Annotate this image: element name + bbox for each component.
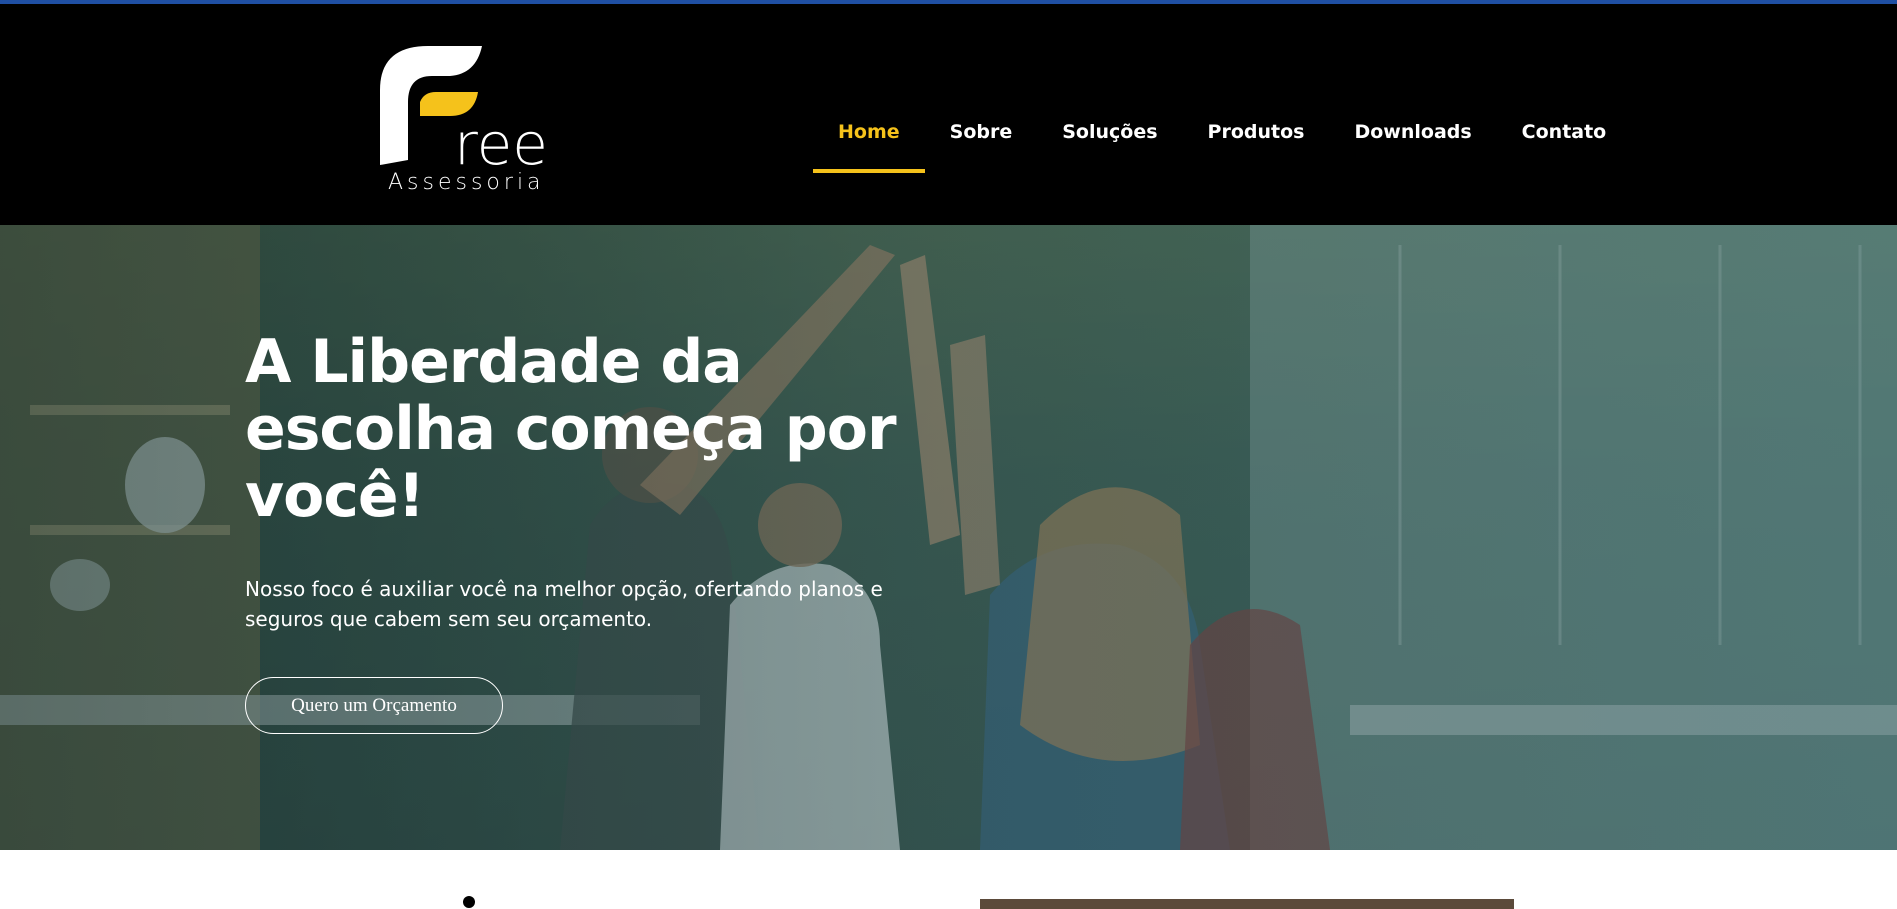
logo-subtitle: Assessoria bbox=[388, 170, 545, 195]
next-section bbox=[0, 850, 1897, 909]
svg-text:ree: ree bbox=[454, 110, 548, 170]
hero-section: A Liberdade da escolha começa por você! … bbox=[0, 225, 1897, 850]
quote-button[interactable]: Quero um Orçamento bbox=[245, 677, 503, 734]
logo[interactable]: ree Assessoria bbox=[380, 40, 570, 200]
nav-item-home[interactable]: Home bbox=[813, 121, 925, 173]
nav-item-sobre[interactable]: Sobre bbox=[925, 121, 1038, 143]
hero-title: A Liberdade da escolha começa por você! bbox=[245, 327, 897, 531]
nav-item-contato[interactable]: Contato bbox=[1497, 121, 1632, 143]
main-nav: Home Sobre Soluções Produtos Downloads C… bbox=[813, 112, 1632, 173]
hero-description: Nosso foco é auxiliar você na melhor opç… bbox=[245, 577, 883, 631]
nav-item-produtos[interactable]: Produtos bbox=[1183, 121, 1330, 143]
nav-item-solucoes[interactable]: Soluções bbox=[1037, 121, 1182, 143]
hero-overlay bbox=[0, 225, 1897, 850]
site-header: ree Assessoria Home Sobre Soluções Produ… bbox=[0, 4, 1897, 225]
next-section-icon bbox=[463, 896, 475, 908]
nav-item-downloads[interactable]: Downloads bbox=[1329, 121, 1496, 143]
logo-mark: ree bbox=[380, 46, 548, 170]
next-section-image bbox=[980, 899, 1514, 909]
